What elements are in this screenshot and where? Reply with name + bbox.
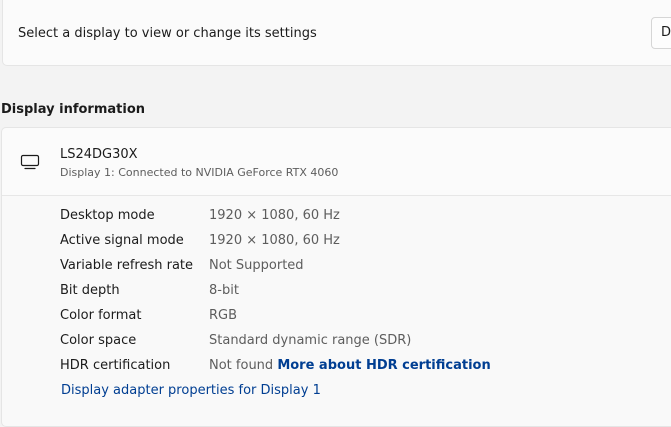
select-display-card: Select a display to view or change its s… bbox=[2, 0, 671, 66]
property-value-hdr: Not found More about HDR certification bbox=[209, 358, 491, 373]
property-label: HDR certification bbox=[60, 358, 171, 373]
monitor-icon bbox=[20, 154, 40, 170]
display-information-heading: Display information bbox=[1, 102, 146, 117]
property-label: Color format bbox=[60, 308, 142, 323]
hdr-status: Not found bbox=[209, 358, 274, 373]
select-display-label: Select a display to view or change its s… bbox=[18, 26, 317, 41]
property-label: Variable refresh rate bbox=[60, 258, 194, 273]
display-adapter-properties-link[interactable]: Display adapter properties for Display 1 bbox=[61, 383, 321, 398]
monitor-name: LS24DG30X bbox=[60, 147, 138, 162]
property-label: Color space bbox=[60, 333, 137, 348]
property-label: Desktop mode bbox=[60, 208, 155, 223]
identify-button[interactable]: D bbox=[651, 17, 671, 49]
property-value: 1920 × 1080, 60 Hz bbox=[209, 233, 340, 248]
display-information-card: LS24DG30X Display 1: Connected to NVIDIA… bbox=[1, 127, 671, 427]
monitor-connection: Display 1: Connected to NVIDIA GeForce R… bbox=[60, 166, 339, 179]
monitor-header: LS24DG30X Display 1: Connected to NVIDIA… bbox=[2, 128, 671, 196]
property-value: 1920 × 1080, 60 Hz bbox=[209, 208, 340, 223]
property-label: Bit depth bbox=[60, 283, 120, 298]
property-label: Active signal mode bbox=[60, 233, 184, 248]
hdr-certification-link[interactable]: More about HDR certification bbox=[277, 358, 490, 373]
property-value: Not Supported bbox=[209, 258, 304, 273]
property-value: 8-bit bbox=[209, 283, 239, 298]
property-value: RGB bbox=[209, 308, 238, 323]
property-value: Standard dynamic range (SDR) bbox=[209, 333, 412, 348]
